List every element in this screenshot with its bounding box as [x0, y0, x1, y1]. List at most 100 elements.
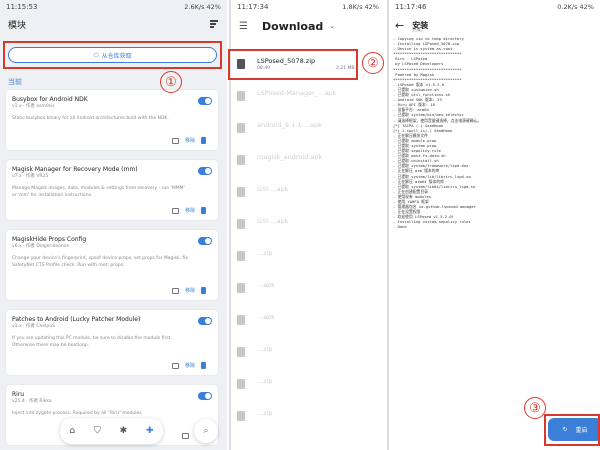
page-title: 模块 [8, 20, 27, 31]
remove-label[interactable]: 移除 [185, 362, 195, 369]
module-description: If you are updating this PC module, be s… [12, 336, 172, 348]
trash-icon[interactable] [201, 362, 206, 369]
trash-icon[interactable] [201, 137, 206, 144]
file-item[interactable]: LSPosed-Manager_...apk [231, 84, 385, 110]
file-name: magisk_android.apk [257, 153, 323, 161]
file-item[interactable]: ...zip [231, 404, 385, 430]
annotation-box-1 [3, 41, 222, 69]
app-bar: ☰ Download ⌄ [231, 13, 385, 39]
settings-icon[interactable] [171, 287, 179, 294]
module-name: Patches to Android (Lucky Patcher Module… [12, 316, 141, 323]
module-version: v1.x · 作者 osm0sis [12, 104, 55, 109]
file-item[interactable]: ...zip [231, 372, 385, 398]
module-actions: 移除 [171, 362, 206, 369]
module-toggle[interactable] [198, 317, 212, 325]
section-current: 当前 [8, 78, 22, 86]
home-icon[interactable]: ⌂ [69, 426, 75, 436]
file-icon [237, 155, 245, 165]
file-icon [237, 91, 245, 101]
module-actions: 移除 [171, 207, 206, 214]
sort-icon[interactable] [209, 19, 219, 29]
annotation-badge-3: ③ [524, 397, 546, 419]
file-name: GSI-...apk [257, 217, 289, 225]
trash-icon[interactable] [201, 207, 206, 214]
file-item[interactable]: ...apk [231, 276, 385, 302]
module-description: Inject into zygote process. Required by … [12, 411, 144, 416]
file-icon [237, 251, 245, 261]
file-icon [237, 123, 245, 133]
settings-icon[interactable] [171, 137, 179, 144]
module-version: v7.x · 作者 VR25 [12, 174, 49, 179]
remove-label[interactable]: 移除 [185, 137, 195, 144]
status-indicators: 1.8K/s 42% [342, 2, 379, 11]
file-name: ...zip [257, 409, 273, 417]
app-bar: ← 安装 [389, 13, 600, 37]
bug-icon[interactable]: ✱ [120, 426, 128, 436]
settings-icon[interactable] [182, 432, 189, 439]
module-card: MagiskHide Props Config v6.x · 作者 Didgeri… [6, 230, 218, 300]
back-arrow-icon[interactable]: ← [395, 19, 404, 32]
log-line: - Done [393, 224, 407, 230]
app-bar: 模块 [0, 13, 227, 35]
status-indicators: 0.2K/s 42% [557, 2, 594, 11]
puzzle-icon[interactable]: ✚ [146, 426, 154, 436]
file-item[interactable]: android_9.1.1-...apk [231, 116, 385, 142]
file-name: ...zip [257, 249, 273, 257]
module-version: v6.x · 作者 Didgeridoohan [12, 244, 70, 249]
module-description: Change your device's fingerprint, spoof … [12, 256, 188, 268]
file-name: GSI-...apk [257, 185, 289, 193]
module-actions: 移除 [171, 137, 206, 144]
file-item[interactable]: ...zip [231, 340, 385, 366]
folder-title[interactable]: Download [262, 20, 323, 33]
status-time: 11:15:53 [6, 2, 38, 11]
settings-icon[interactable] [171, 362, 179, 369]
search-icon: ⌕ [203, 426, 209, 436]
status-bar: 11:17:34 1.8K/s 42% [231, 0, 385, 13]
trash-icon[interactable] [201, 287, 206, 294]
module-actions: 移除 [171, 287, 206, 294]
module-name: Magisk Manager for Recovery Mode (mm) [12, 166, 138, 173]
file-name: LSPosed-Manager_...apk [257, 89, 337, 97]
file-item[interactable]: ...zip [231, 244, 385, 270]
module-name: Riru [12, 391, 25, 398]
settings-icon[interactable] [171, 207, 179, 214]
file-item[interactable]: ...apk [231, 308, 385, 334]
module-toggle[interactable] [198, 167, 212, 175]
file-name: android_9.1.1-...apk [257, 121, 322, 129]
search-fab[interactable]: ⌕ [194, 419, 218, 443]
file-name: ...zip [257, 377, 273, 385]
module-name: MagiskHide Props Config [12, 236, 87, 243]
menu-icon[interactable]: ☰ [239, 21, 248, 32]
annotation-badge-1: ① [160, 71, 182, 93]
status-indicators: 2.6K/s 42% [184, 2, 221, 11]
remove-label[interactable]: 移除 [185, 207, 195, 214]
file-name: ...apk [257, 313, 276, 321]
status-time: 11:17:46 [395, 2, 427, 11]
shield-icon[interactable]: ⛉ [94, 426, 101, 436]
file-name: ...zip [257, 345, 273, 353]
install-log: - Copying zip to temp directory - Install… [393, 36, 573, 230]
status-bar: 11:15:53 2.6K/s 42% [0, 0, 227, 13]
module-version: v25.4 · 作者 Rikka [12, 399, 52, 404]
file-item[interactable]: GSI-...apk [231, 180, 385, 206]
annotation-box-2 [228, 49, 358, 80]
annotation-box-3 [544, 414, 600, 446]
bottom-nav: ⌂ ⛉ ✱ ✚ [60, 418, 163, 444]
file-icon [237, 411, 245, 421]
file-icon [237, 283, 245, 293]
status-bar: 11:17:46 0.2K/s 42% [389, 0, 600, 13]
module-toggle[interactable] [198, 392, 212, 400]
chevron-down-icon[interactable]: ⌄ [329, 22, 335, 30]
module-card: Magisk Manager for Recovery Mode (mm) v7.… [6, 160, 218, 220]
file-name: ...apk [257, 281, 276, 289]
file-icon [237, 379, 245, 389]
remove-label[interactable]: 移除 [185, 287, 195, 294]
install-screen: 11:17:46 0.2K/s 42% ← 安装 完成。 - Copying z… [387, 0, 600, 450]
module-name: Busybox for Android NDK [12, 96, 88, 103]
file-item[interactable]: magisk_android.apk [231, 148, 385, 174]
module-toggle[interactable] [198, 97, 212, 105]
file-icon [237, 187, 245, 197]
module-toggle[interactable] [198, 237, 212, 245]
file-item[interactable]: GSI-...apk [231, 212, 385, 238]
file-icon [237, 219, 245, 229]
